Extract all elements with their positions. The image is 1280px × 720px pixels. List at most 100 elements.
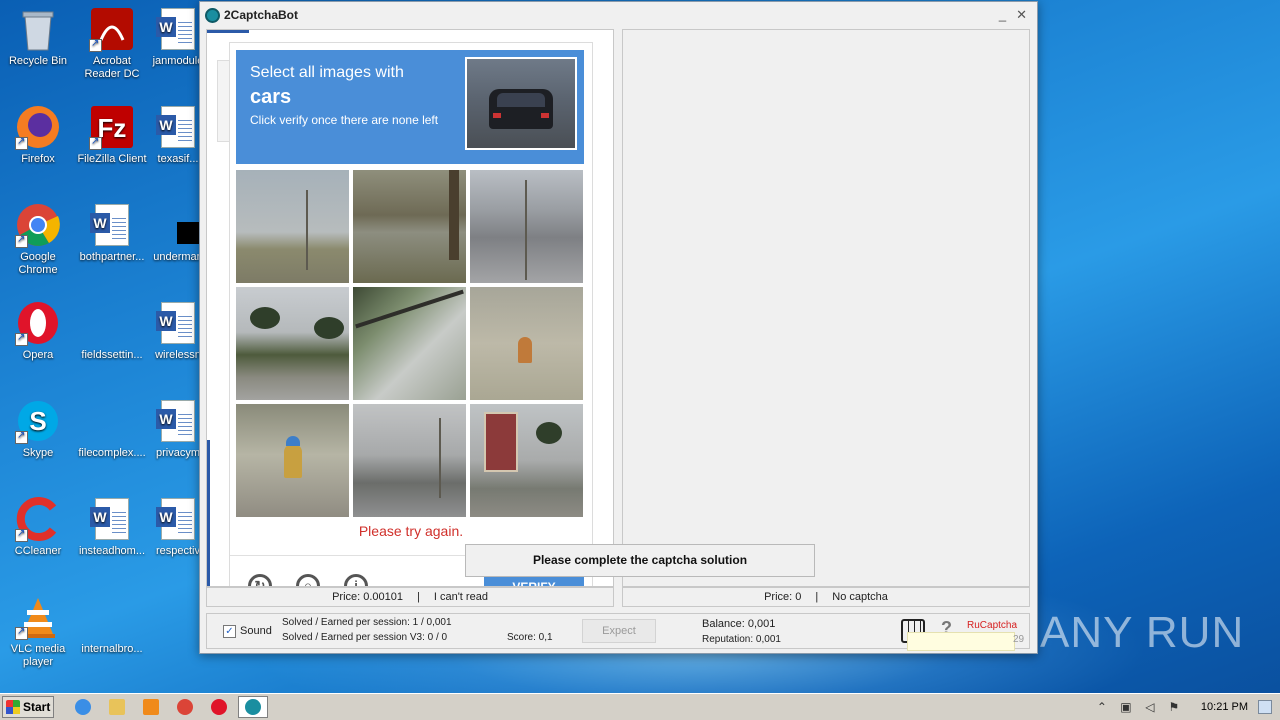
windows-logo-icon	[6, 700, 20, 714]
desktop-icon-opera[interactable]: Opera	[0, 300, 76, 362]
app-logo-icon	[205, 7, 220, 23]
desktop-icon-fieldssettin[interactable]: fieldssettin...	[74, 300, 150, 362]
captcha-tile-4[interactable]	[236, 287, 349, 400]
captcha-tile-6[interactable]	[470, 287, 583, 400]
anyrun-watermark: ANY RUN	[1040, 608, 1244, 658]
taskbar-2captchabot[interactable]	[238, 696, 268, 718]
taskbar-chrome[interactable]	[170, 696, 200, 718]
desktop-icon-filecomplex[interactable]: filecomplex....	[74, 398, 150, 460]
desktop-icon-skype[interactable]: S Skype	[0, 398, 76, 460]
taskbar-explorer[interactable]	[102, 696, 132, 718]
firefox-icon	[15, 104, 61, 150]
word-doc-icon: W	[155, 496, 201, 542]
close-button[interactable]: ✕	[1016, 7, 1027, 23]
svg-text:S: S	[29, 406, 46, 436]
desktop-icon-ccleaner[interactable]: CCleaner	[0, 496, 76, 558]
desktop-icon-firefox[interactable]: Firefox	[0, 104, 76, 166]
left-status-bar: Price: 0.00101 | I can't read	[206, 587, 614, 607]
balance: Balance: 0,001	[702, 618, 776, 630]
taskbar-media[interactable]	[136, 696, 166, 718]
desktop-icon-recycle-bin[interactable]: Recycle Bin	[0, 6, 76, 68]
app-window: 2CaptchaBot _ ✕ Select all images with c…	[199, 1, 1038, 654]
title-bar[interactable]: 2CaptchaBot _ ✕	[200, 2, 1037, 28]
show-desktop-button[interactable]	[1258, 700, 1272, 714]
action-center-flag-icon[interactable]: ⚑	[1167, 700, 1181, 714]
captcha-error: Please try again.	[358, 523, 464, 539]
blank-file-icon	[89, 398, 135, 444]
shortcut-arrow-icon	[15, 625, 28, 640]
captcha-tile-9[interactable]	[470, 404, 583, 517]
blank-file-icon	[89, 594, 135, 640]
desktop-icon-chrome[interactable]: Google Chrome	[0, 202, 76, 277]
word-doc-icon: W	[155, 398, 201, 444]
verify-button[interactable]: VERIFY	[484, 576, 584, 586]
desktop-icon-insteadhom[interactable]: W insteadhom...	[74, 496, 150, 558]
shortcut-arrow-icon	[15, 527, 28, 542]
left-price: Price: 0.00101	[332, 591, 403, 603]
word-doc-icon: W	[89, 202, 135, 248]
right-price: Price: 0	[764, 591, 802, 603]
expect-button[interactable]: Expect	[582, 619, 656, 643]
service-name[interactable]: RuCaptcha	[967, 620, 1017, 631]
desktop-icon-filezilla[interactable]: Fz FileZilla Client	[74, 104, 150, 166]
start-label: Start	[23, 700, 51, 714]
captcha-tile-3[interactable]	[470, 170, 583, 283]
bottom-bar: ✓ Sound Solved / Earned per session: 1 /…	[206, 613, 1030, 651]
desktop-icon-vlc[interactable]: VLC media player	[0, 594, 76, 669]
vlc-icon	[15, 594, 61, 640]
cant-read-link[interactable]: I can't read	[434, 591, 488, 603]
reload-icon[interactable]: ↻	[248, 574, 272, 586]
captcha-widget: Select all images with cars Click verify…	[229, 42, 593, 586]
taskbar: Start ⌃ ▣ ◁ ⚑ 10:21 PM	[0, 693, 1280, 720]
volume-icon[interactable]: ◁	[1143, 700, 1157, 714]
captcha-grid	[236, 170, 584, 517]
captcha-tile-1[interactable]	[236, 170, 349, 283]
chrome-icon	[177, 699, 193, 715]
word-doc-icon: W	[155, 104, 201, 150]
tray-expand-icon[interactable]: ⌃	[1095, 700, 1109, 714]
scrollbar[interactable]	[207, 440, 210, 586]
blank-file-icon	[89, 300, 135, 346]
captcha-tile-8[interactable]	[353, 404, 466, 517]
version-fragment: 29	[1013, 634, 1025, 645]
window-title: 2CaptchaBot	[224, 8, 299, 22]
tooltip-box	[907, 632, 1015, 651]
separator: |	[815, 591, 819, 603]
score: Score: 0,1	[507, 632, 553, 643]
shortcut-arrow-icon	[89, 37, 102, 52]
filezilla-icon: Fz	[89, 104, 135, 150]
desktop-icon-acrobat[interactable]: Acrobat Reader DC	[74, 6, 150, 81]
word-doc-icon: W	[89, 496, 135, 542]
watermark-text: ANY RUN	[1040, 608, 1245, 657]
opera-icon	[15, 300, 61, 346]
captcha-tile-2[interactable]	[353, 170, 466, 283]
clock[interactable]: 10:21 PM	[1201, 701, 1248, 713]
captcha-sample-image	[465, 57, 577, 150]
status-popup: Please complete the captcha solution	[465, 544, 815, 577]
recycle-bin-icon	[15, 6, 61, 52]
chrome-icon	[15, 202, 61, 248]
captcha-header: Select all images with cars Click verify…	[236, 50, 584, 164]
taskbar-ie[interactable]	[68, 696, 98, 718]
taskbar-opera[interactable]	[204, 696, 234, 718]
network-icon[interactable]: ▣	[1119, 700, 1133, 714]
desktop-icon-bothpartner[interactable]: W bothpartner...	[74, 202, 150, 264]
right-status-bar: Price: 0 | No captcha	[622, 587, 1030, 607]
skype-icon: S	[15, 398, 61, 444]
captcha-state: No captcha	[832, 591, 888, 603]
captcha-tile-5[interactable]	[353, 287, 466, 400]
start-button[interactable]: Start	[2, 696, 54, 718]
captcha-panel: Select all images with cars Click verify…	[206, 29, 614, 587]
word-doc-icon: W	[155, 300, 201, 346]
info-icon[interactable]: i	[344, 574, 368, 586]
desktop-icon-internalbro[interactable]: internalbro...	[74, 594, 150, 656]
word-doc-icon: W	[155, 6, 201, 52]
sound-checkbox[interactable]: ✓	[223, 625, 236, 638]
shortcut-arrow-icon	[89, 135, 102, 150]
minimize-button[interactable]: _	[999, 7, 1006, 23]
system-tray: ⌃ ▣ ◁ ⚑ 10:21 PM	[1087, 696, 1280, 718]
shortcut-arrow-icon	[15, 135, 28, 150]
headphones-icon[interactable]: ∩	[296, 574, 320, 586]
opera-icon	[211, 699, 227, 715]
captcha-tile-7[interactable]	[236, 404, 349, 517]
